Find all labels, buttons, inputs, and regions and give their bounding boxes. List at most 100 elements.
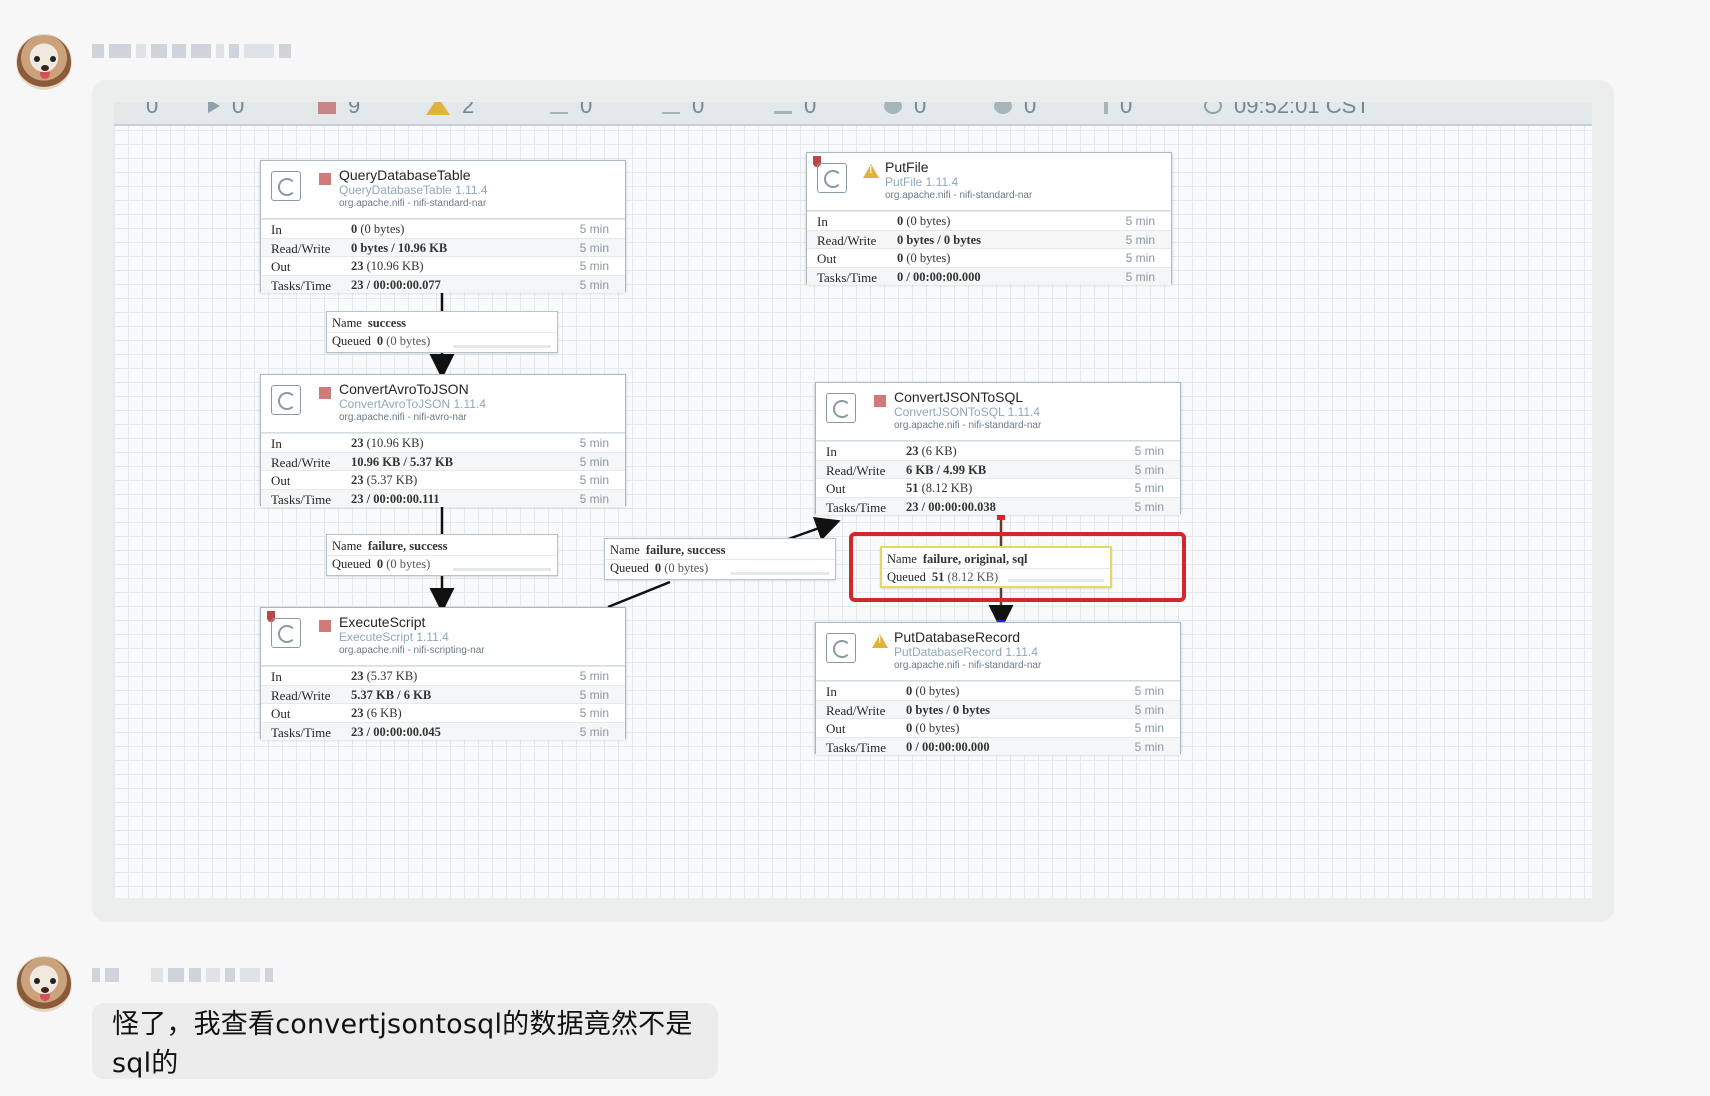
stat-window: 5 min	[1134, 462, 1164, 477]
stat-label: Tasks/Time	[817, 269, 878, 285]
stat-value: 0 (0 bytes)	[897, 251, 951, 265]
stat-value: 23 / 00:00:00.077	[351, 277, 441, 292]
stat-value: 23 (5.37 KB)	[351, 669, 418, 683]
nifi-canvas[interactable]: 0 0 9 2 0 0 0 0 0 0 09:52:01 CST QueryDa…	[114, 102, 1592, 898]
stat-value: 0 (0 bytes)	[906, 721, 960, 735]
stat-window: 5 min	[1134, 481, 1164, 495]
stat-window: 5 min	[579, 473, 609, 487]
stat-value: 5.37 KB / 6 KB	[351, 687, 432, 702]
stat-label: Out	[271, 259, 291, 274]
stat-window: 5 min	[579, 687, 609, 702]
stat-label: Read/Write	[271, 240, 331, 256]
stat-window: 5 min	[579, 491, 609, 506]
stat-value: 10.96 KB / 5.37 KB	[351, 454, 454, 469]
invalid-warning-icon	[863, 164, 879, 178]
stat-value: 23 / 00:00:00.111	[351, 491, 440, 506]
stat-window: 5 min	[1134, 721, 1164, 735]
message-text: 怪了，我查看convertjsontosql的数据竟然不是sql的	[112, 1009, 693, 1079]
stat-window: 5 min	[1125, 269, 1155, 284]
processor-bundle: org.apache.nifi - nifi-standard-nar	[885, 190, 1033, 201]
processor-icon	[271, 618, 301, 648]
stat-window: 5 min	[579, 454, 609, 469]
invalid-warning-icon	[872, 634, 888, 648]
stat-label: Tasks/Time	[271, 724, 332, 740]
processor-icon	[817, 163, 847, 193]
connection-label[interactable]: Name failure, success Queued 0 (0 bytes)	[326, 534, 558, 576]
processor-icon	[826, 393, 856, 423]
queue-progress-bar	[731, 572, 829, 575]
connection-label[interactable]: Name success Queued 0 (0 bytes)	[326, 311, 558, 353]
processor-type: QueryDatabaseTable 1.11.4	[339, 183, 488, 197]
stat-value: 23 (6 KB)	[351, 706, 402, 720]
stat-value: 0 (0 bytes)	[351, 222, 405, 236]
processor-bundle: org.apache.nifi - nifi-avro-nar	[339, 412, 467, 423]
connection-name: Name success	[332, 316, 407, 330]
stat-window: 5 min	[579, 706, 609, 720]
connection-label[interactable]: Name failure, success Queued 0 (0 bytes)	[604, 538, 836, 580]
stat-label: In	[271, 669, 282, 684]
processor-type: PutFile 1.11.4	[885, 175, 959, 189]
stat-label: Read/Write	[826, 702, 886, 718]
stat-window: 5 min	[1134, 684, 1164, 698]
stopped-status-icon	[319, 387, 331, 399]
processor-name: PutDatabaseRecord	[894, 629, 1021, 645]
processor-putfile[interactable]: PutFile PutFile 1.11.4 org.apache.nifi -…	[806, 152, 1172, 285]
avatar-tongue	[40, 72, 50, 79]
stat-value: 0 bytes / 0 bytes	[906, 702, 991, 717]
stat-window: 5 min	[579, 222, 609, 236]
processor-name: ExecuteScript	[339, 614, 426, 630]
processor-type: ConvertJSONToSQL 1.11.4	[894, 405, 1041, 419]
stat-value: 23 (10.96 KB)	[351, 259, 424, 273]
text-message-bubble[interactable]: 怪了，我查看convertjsontosql的数据竟然不是sql的	[92, 1003, 718, 1079]
stat-label: In	[271, 222, 282, 237]
processor-convertavrotojson[interactable]: ConvertAvroToJSON ConvertAvroToJSON 1.11…	[260, 374, 626, 507]
stat-value: 51 (8.12 KB)	[906, 481, 973, 495]
stat-window: 5 min	[579, 240, 609, 255]
stat-label: Out	[271, 706, 291, 721]
connection-name: Name failure, success	[332, 539, 448, 553]
connection-name: Name failure, success	[610, 543, 726, 557]
stopped-status-icon	[874, 395, 886, 407]
stat-label: Out	[826, 481, 846, 496]
stat-window: 5 min	[579, 724, 609, 739]
stopped-status-icon	[319, 173, 331, 185]
processor-type: ExecuteScript 1.11.4	[339, 630, 449, 644]
stat-window: 5 min	[1125, 214, 1155, 228]
sender-name-pixelated	[92, 964, 273, 986]
stat-value: 0 / 00:00:00.000	[897, 269, 981, 284]
stat-label: Out	[817, 251, 837, 266]
stat-value: 0 bytes / 10.96 KB	[351, 240, 448, 255]
stat-label: In	[817, 214, 828, 229]
processor-type: PutDatabaseRecord 1.11.4	[894, 645, 1038, 659]
stat-label: Out	[826, 721, 846, 736]
stat-value: 0 / 00:00:00.000	[906, 739, 990, 754]
avatar-tongue	[40, 994, 50, 1001]
processor-convertjsontosql[interactable]: ConvertJSONToSQL ConvertJSONToSQL 1.11.4…	[815, 382, 1181, 515]
stat-label: Tasks/Time	[826, 739, 887, 755]
stat-label: In	[826, 684, 837, 699]
stat-label: Read/Write	[271, 687, 331, 703]
processor-putdatabaserecord[interactable]: PutDatabaseRecord PutDatabaseRecord 1.11…	[815, 622, 1181, 755]
stat-value: 0 (0 bytes)	[897, 214, 951, 228]
processor-bundle: org.apache.nifi - nifi-standard-nar	[894, 660, 1042, 671]
stat-window: 5 min	[579, 259, 609, 273]
avatar-eye	[50, 56, 56, 62]
sender-avatar[interactable]	[16, 34, 72, 90]
sender-avatar[interactable]	[16, 956, 72, 1012]
stat-value: 0 bytes / 0 bytes	[897, 232, 982, 247]
processor-executescript[interactable]: ExecuteScript ExecuteScript 1.11.4 org.a…	[260, 607, 626, 740]
stat-label: Read/Write	[826, 462, 886, 478]
connection-queued: Queued 0 (0 bytes)	[332, 334, 431, 348]
stat-value: 0 (0 bytes)	[906, 684, 960, 698]
connection-line	[607, 580, 671, 609]
stat-label: Tasks/Time	[826, 499, 887, 515]
connection-queued: Queued 0 (0 bytes)	[610, 561, 709, 575]
processor-bundle: org.apache.nifi - nifi-standard-nar	[894, 420, 1042, 431]
processor-querydatabasetable[interactable]: QueryDatabaseTable QueryDatabaseTable 1.…	[260, 160, 626, 293]
stat-window: 5 min	[1134, 702, 1164, 717]
processor-bundle: org.apache.nifi - nifi-standard-nar	[339, 198, 487, 209]
processor-icon	[271, 171, 301, 201]
stat-label: Tasks/Time	[271, 491, 332, 507]
processor-icon	[271, 385, 301, 415]
stat-label: In	[826, 444, 837, 459]
